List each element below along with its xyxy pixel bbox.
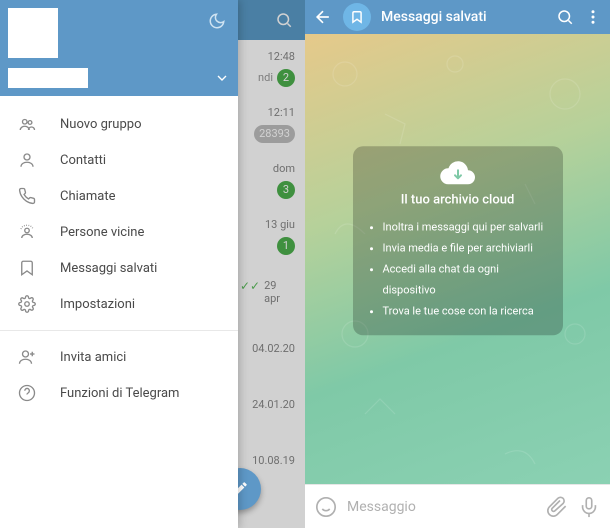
mic-icon[interactable] bbox=[578, 496, 600, 518]
left-screenshot: 12:48 ndi2 12:11 28393 dom 3 13 giu 1 ✓✓… bbox=[0, 0, 305, 528]
drawer-item-new-group[interactable]: Nuovo gruppo bbox=[0, 106, 238, 142]
drawer-item-calls[interactable]: Chiamate bbox=[0, 178, 238, 214]
drawer-item-contacts[interactable]: Contatti bbox=[0, 142, 238, 178]
drawer-separator bbox=[0, 330, 238, 331]
account-name bbox=[8, 68, 88, 88]
account-switcher[interactable] bbox=[8, 68, 230, 88]
gear-icon bbox=[18, 295, 36, 313]
night-mode-icon[interactable] bbox=[208, 12, 226, 30]
drawer-item-label: Chiamate bbox=[60, 189, 115, 204]
drawer-item-settings[interactable]: Impostazioni bbox=[0, 286, 238, 322]
drawer-list: Nuovo gruppo Contatti Chiamate Persone v… bbox=[0, 96, 238, 528]
right-screenshot: Messaggi salvati Il tuo archivio cloud I… bbox=[305, 0, 610, 528]
drawer-item-label: Messaggi salvati bbox=[60, 261, 157, 276]
empty-state-bullets: Inoltra i messaggi qui per salvarli Invi… bbox=[369, 217, 547, 321]
avatar[interactable] bbox=[8, 8, 58, 58]
phone-icon bbox=[18, 187, 36, 205]
bullet: Accedi alla chat da ogni dispositivo bbox=[383, 259, 547, 301]
drawer-item-invite[interactable]: Invita amici bbox=[0, 339, 238, 375]
drawer-item-label: Impostazioni bbox=[60, 297, 135, 312]
empty-state-title: Il tuo archivio cloud bbox=[369, 192, 547, 207]
drawer-item-label: Funzioni di Telegram bbox=[60, 386, 179, 401]
person-icon bbox=[18, 151, 36, 169]
empty-state-card: Il tuo archivio cloud Inoltra i messaggi… bbox=[353, 146, 563, 335]
back-icon[interactable] bbox=[313, 7, 333, 27]
drawer-item-label: Invita amici bbox=[60, 350, 126, 365]
message-input[interactable] bbox=[347, 499, 536, 515]
drawer-item-label: Persone vicine bbox=[60, 225, 144, 240]
bullet: Invia media e file per archiviarli bbox=[383, 238, 547, 259]
emoji-icon[interactable] bbox=[315, 496, 337, 518]
chat-topbar: Messaggi salvati bbox=[305, 0, 610, 34]
add-user-icon bbox=[18, 348, 36, 366]
nav-drawer: Nuovo gruppo Contatti Chiamate Persone v… bbox=[0, 0, 238, 528]
attach-icon[interactable] bbox=[546, 496, 568, 518]
bookmark-icon bbox=[18, 259, 36, 277]
search-icon[interactable] bbox=[556, 8, 574, 26]
bullet: Inoltra i messaggi qui per salvarli bbox=[383, 217, 547, 238]
drawer-item-features[interactable]: Funzioni di Telegram bbox=[0, 375, 238, 411]
group-icon bbox=[18, 115, 36, 133]
chevron-down-icon bbox=[214, 70, 230, 86]
cloud-download-icon bbox=[440, 160, 476, 186]
bullet: Trova le tue cose con la ricerca bbox=[383, 301, 547, 322]
more-icon[interactable] bbox=[584, 8, 602, 26]
help-icon bbox=[18, 384, 36, 402]
drawer-header bbox=[0, 0, 238, 96]
nearby-icon bbox=[18, 223, 36, 241]
saved-avatar bbox=[343, 3, 371, 31]
drawer-item-label: Nuovo gruppo bbox=[60, 117, 142, 132]
chat-body: Il tuo archivio cloud Inoltra i messaggi… bbox=[305, 34, 610, 484]
bookmark-icon bbox=[350, 10, 364, 24]
message-input-bar bbox=[305, 484, 610, 528]
drawer-item-saved[interactable]: Messaggi salvati bbox=[0, 250, 238, 286]
chat-title[interactable]: Messaggi salvati bbox=[381, 9, 546, 25]
drawer-item-nearby[interactable]: Persone vicine bbox=[0, 214, 238, 250]
drawer-item-label: Contatti bbox=[60, 153, 106, 168]
